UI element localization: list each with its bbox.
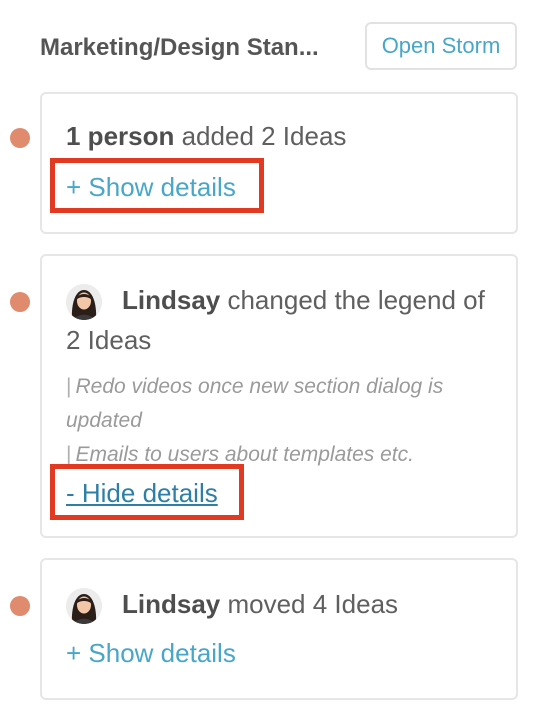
activity-headline: Lindsay moved 4 Ideas [66,584,486,624]
idea-list: | Redo videos once new section dialog is … [66,370,496,472]
activity-action: moved 4 Ideas [220,589,399,619]
timeline-dot [10,292,30,312]
timeline-dot [10,596,30,616]
show-details-link[interactable]: + Show details [66,638,236,669]
activity-card: 1 person added 2 Ideas + Show details [40,92,518,234]
activity-headline: 1 person added 2 Ideas [66,116,346,156]
show-details-link[interactable]: + Show details [66,172,236,203]
timeline-dot [10,128,30,148]
activity-card: Lindsay moved 4 Ideas + Show details [40,558,518,700]
activity-headline: Lindsay changed the legend of 2 Ideas [66,280,486,360]
idea-detail-line: | Redo videos once new section dialog is … [66,375,444,432]
activity-actor: Lindsay [122,589,221,619]
storm-title: Marketing/Design Stan... [40,34,319,61]
activity-actor: 1 person [66,121,175,151]
activity-actor: Lindsay [122,285,221,315]
storm-header: Marketing/Design Stan... Open Storm [40,22,518,72]
idea-title: Emails to users about templates etc. [75,443,414,466]
activity-action: added 2 Ideas [174,121,347,151]
open-storm-button[interactable]: Open Storm [365,22,517,70]
hide-details-link[interactable]: - Hide details [66,478,218,509]
activity-card: Lindsay changed the legend of 2 Ideas | R… [40,254,518,538]
idea-title: Redo videos once new section dialog is u… [66,375,444,432]
idea-detail-line: | Emails to users about templates etc. [66,443,414,466]
